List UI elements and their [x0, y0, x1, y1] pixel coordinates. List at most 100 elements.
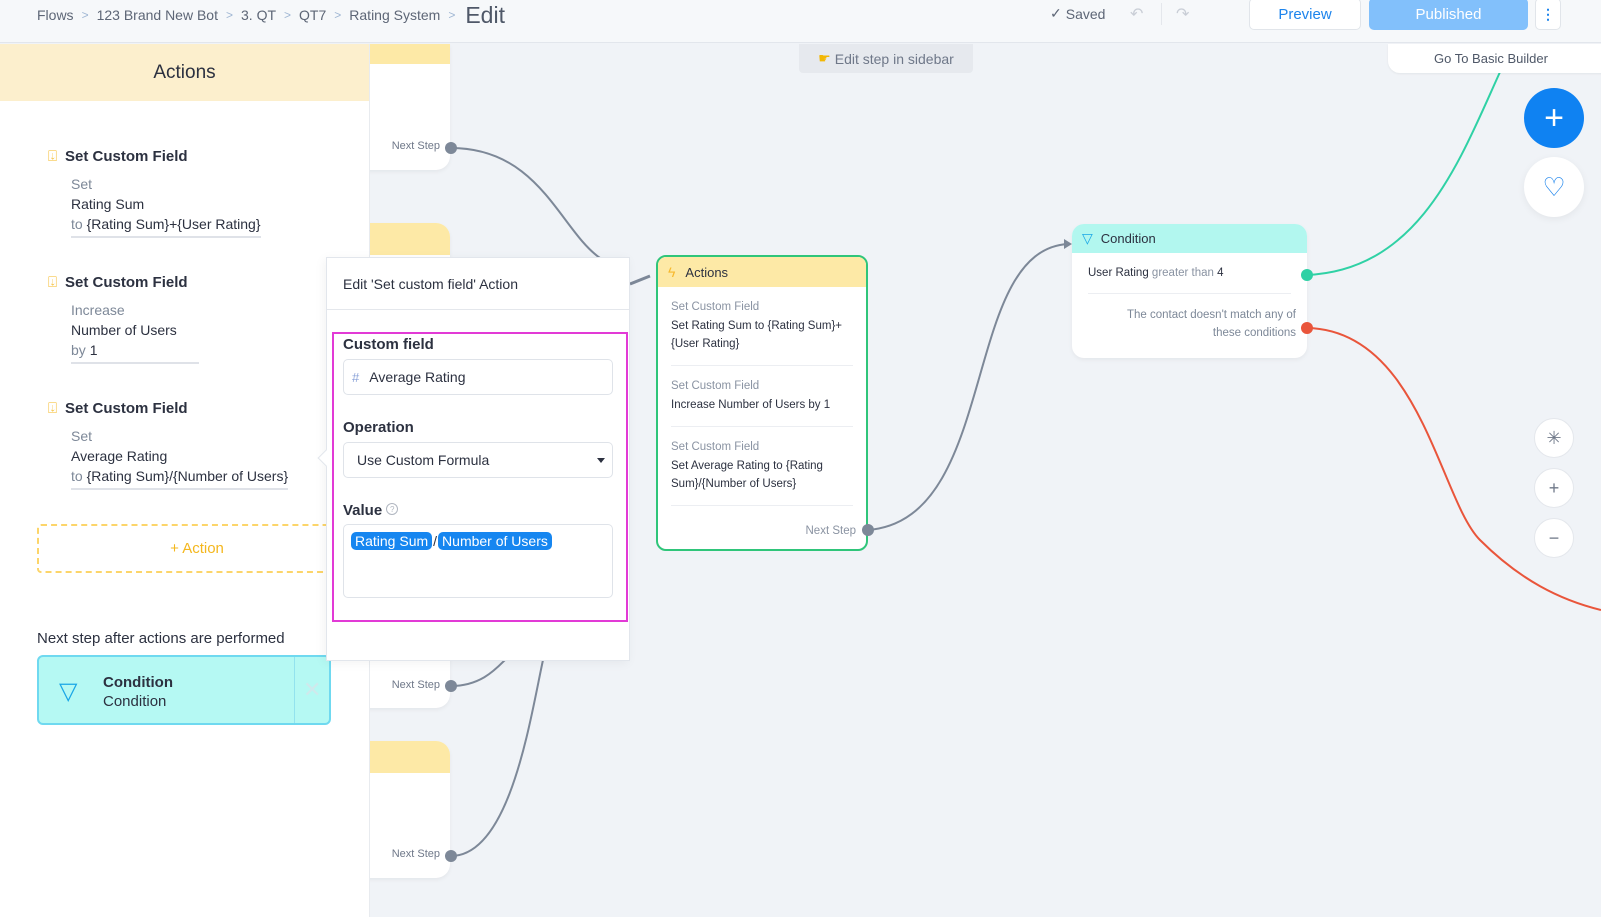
wire-actions-to-condition	[867, 243, 1069, 531]
variable-tag[interactable]: Number of Users	[438, 532, 552, 550]
help-icon[interactable]: ?	[386, 503, 399, 515]
action-field: Average Rating	[71, 448, 168, 464]
wire-bottom-to-actions	[450, 659, 544, 857]
zoom-in-button[interactable]: +	[1534, 468, 1574, 508]
custom-field-value: Average Rating	[369, 369, 466, 385]
action-description: Set Rating Sum to {Rating Sum}+{User Rat…	[671, 320, 843, 350]
chevron-right-icon: >	[225, 8, 233, 22]
action-type: Set Custom Field	[671, 301, 760, 313]
value-label-row: Value?	[343, 502, 399, 519]
auto-arrange-button[interactable]: ✳	[1534, 418, 1574, 458]
divider	[294, 657, 295, 723]
highlight-box: Custom field # Average Rating Operation …	[332, 332, 628, 622]
edit-hint-text: Edit step in sidebar	[834, 50, 954, 67]
saved-label: Saved	[1065, 5, 1106, 22]
condition-node-title: Condition	[1100, 231, 1156, 246]
zoom-out-button[interactable]: −	[1534, 518, 1574, 558]
top-bar: Flows > 123 Brand New Bot > 3. QT > QT7 …	[0, 0, 1601, 43]
chevron-right-icon: >	[334, 8, 342, 22]
divider	[1161, 3, 1162, 25]
undo-icon[interactable]: ↶	[1130, 4, 1143, 24]
action-type: Set Custom Field	[671, 441, 760, 453]
magic-wand-icon: ✳	[1546, 427, 1562, 448]
check-icon: ✓	[1050, 5, 1062, 21]
wire-mid-to-actions	[450, 659, 506, 687]
actions-node-header: ϟ Actions	[658, 257, 866, 287]
redo-icon[interactable]: ↷	[1176, 4, 1189, 24]
sidebar-action-item[interactable]: ⍗ Set Custom Field Set Rating Sum to {Rat…	[48, 148, 261, 238]
action-value: 1	[89, 342, 98, 358]
condition-match-port[interactable]	[1301, 269, 1313, 281]
add-step-button[interactable]: +	[1524, 88, 1584, 148]
plus-icon: +	[1544, 98, 1564, 137]
sidebar-action-item[interactable]: ⍗ Set Custom Field Set Average Rating to …	[48, 400, 289, 490]
more-options-button[interactable]: ⋮	[1535, 0, 1561, 30]
go-to-basic-builder-button[interactable]: Go To Basic Builder	[1388, 44, 1601, 73]
download-icon: ⍗	[48, 148, 58, 165]
action-value: {Rating Sum}+{User Rating}	[86, 216, 261, 232]
action-field: Number of Users	[71, 322, 177, 338]
edit-action-panel: Edit 'Set custom field' Action Custom fi…	[317, 257, 630, 661]
action-value: {Rating Sum}/{Number of Users}	[86, 468, 289, 484]
action-prefix: by	[71, 342, 86, 358]
action-description: Increase Number of Users by 1	[671, 399, 831, 411]
actions-node-item: Set Custom Field Set Average Rating to {…	[671, 427, 853, 506]
next-step-card[interactable]: ▽ Condition Condition ✕	[37, 655, 331, 725]
save-status: ✓ Saved	[1050, 5, 1105, 22]
next-step-port[interactable]	[445, 850, 457, 862]
breadcrumb-flows[interactable]: Flows	[37, 7, 74, 23]
chevron-right-icon: >	[284, 8, 292, 22]
preview-button[interactable]: Preview	[1249, 0, 1361, 30]
rule-field: User Rating	[1088, 267, 1149, 279]
next-step-subtitle: Condition	[103, 693, 167, 710]
actions-next-step-port[interactable]	[862, 524, 874, 536]
condition-rule: User Rating greater than 4	[1088, 253, 1291, 294]
breadcrumb-rating-system[interactable]: Rating System	[349, 7, 440, 23]
condition-nomatch-port[interactable]	[1301, 322, 1313, 334]
condition-node-header: ▽ Condition	[1072, 224, 1307, 253]
action-field: Rating Sum	[71, 196, 145, 212]
action-verb: Set	[71, 176, 93, 192]
breadcrumb-qt7[interactable]: QT7	[299, 7, 326, 23]
operation-select[interactable]: Use Custom Formula	[343, 442, 613, 478]
sidebar-title: Actions	[0, 44, 369, 101]
lightning-icon: ϟ	[668, 264, 676, 280]
edit-step-hint: ☛ Edit step in sidebar	[799, 44, 973, 73]
next-step-title: Condition	[103, 674, 173, 691]
variable-tag[interactable]: Rating Sum	[351, 532, 433, 550]
published-button[interactable]: Published	[1369, 0, 1528, 30]
next-step-label: Next Step	[805, 525, 857, 537]
next-step-port[interactable]	[445, 680, 457, 692]
pointing-hand-icon: ☛	[818, 50, 831, 66]
minus-icon: −	[1548, 527, 1560, 548]
action-title: Set Custom Field	[65, 274, 188, 291]
close-icon[interactable]: ✕	[303, 677, 321, 703]
condition-fallback: The contact doesn't match any of these c…	[1126, 309, 1296, 339]
breadcrumb-qt[interactable]: 3. QT	[241, 7, 276, 23]
breadcrumb-bot[interactable]: 123 Brand New Bot	[97, 7, 218, 23]
page-title: Edit	[465, 1, 505, 28]
next-step-port[interactable]	[445, 142, 457, 154]
sidebar-action-item[interactable]: ⍗ Set Custom Field Increase Number of Use…	[48, 274, 199, 364]
wire-condition-match	[1306, 71, 1501, 276]
action-prefix: to	[71, 216, 83, 232]
arrowhead-condition	[1064, 239, 1072, 249]
action-verb: Increase	[71, 302, 125, 318]
actions-node[interactable]: ϟ Actions Set Custom Field Set Rating Su…	[656, 255, 868, 551]
operation-value: Use Custom Formula	[357, 452, 490, 468]
custom-field-input[interactable]: # Average Rating	[343, 359, 613, 395]
next-step-heading: Next step after actions are performed	[37, 630, 285, 647]
action-title: Set Custom Field	[65, 400, 188, 417]
rule-operator: greater than	[1151, 267, 1214, 279]
condition-node[interactable]: ▽ Condition User Rating greater than 4 T…	[1072, 224, 1307, 358]
favorites-button[interactable]: ♡	[1524, 157, 1584, 217]
chevron-right-icon: >	[81, 8, 89, 22]
add-action-button[interactable]: + Action	[37, 524, 357, 573]
edit-panel-title: Edit 'Set custom field' Action	[327, 258, 629, 310]
value-formula-input[interactable]: Rating Sum / Number of Users	[343, 524, 613, 598]
wire-top-to-actions	[450, 147, 601, 259]
formula-operator: /	[433, 533, 438, 549]
action-verb: Set	[71, 428, 93, 444]
heart-icon: ♡	[1542, 171, 1566, 202]
download-icon: ⍗	[48, 400, 58, 417]
